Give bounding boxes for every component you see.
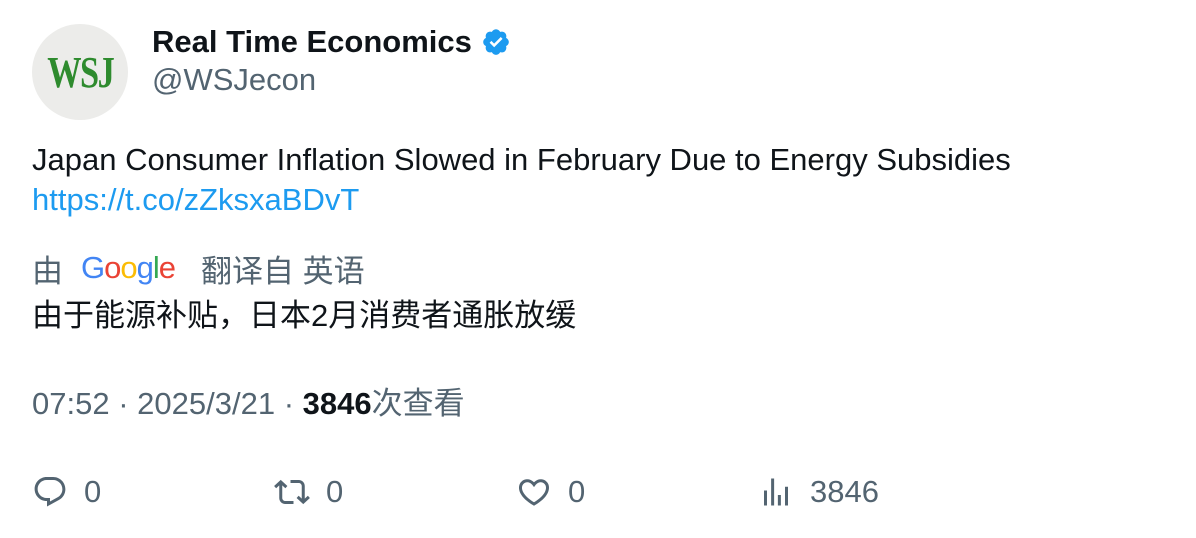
- heart-icon: [518, 479, 550, 506]
- handle[interactable]: @WSJecon: [152, 62, 316, 98]
- translation-prefix: 由: [32, 253, 63, 289]
- views-action-count: 3846: [810, 474, 879, 509]
- tweet-text: Japan Consumer Inflation Slowed in Febru…: [32, 142, 1011, 177]
- display-name[interactable]: Real Time Economics: [152, 24, 472, 60]
- verified-badge-icon: [483, 29, 509, 55]
- views-label: 次查看: [371, 386, 465, 421]
- tweet-meta: 07:52 · 2025/3/21 · 3846次查看: [32, 382, 465, 426]
- views-count: 3846: [302, 386, 372, 421]
- meta-separator: ·: [283, 386, 295, 421]
- meta-separator: ·: [118, 386, 129, 421]
- tweet-time[interactable]: 07:52: [32, 386, 110, 421]
- views-button[interactable]: 3846: [758, 470, 879, 514]
- retweet-icon: [274, 479, 310, 505]
- analytics-icon: [764, 478, 788, 506]
- reply-count: 0: [84, 474, 102, 509]
- svg-text:Google: Google: [81, 250, 175, 285]
- tweet-link[interactable]: https://t.co/zZksxaBDvT: [32, 180, 1162, 220]
- reply-icon: [34, 477, 66, 507]
- display-name-row: Real Time Economics: [152, 22, 511, 62]
- tweet-date[interactable]: 2025/3/21: [137, 386, 275, 421]
- tweet-body: Japan Consumer Inflation Slowed in Febru…: [32, 140, 1162, 220]
- translated-text: 由于能源补贴，日本2月消费者通胀放缓: [32, 298, 577, 333]
- reply-button[interactable]: 0: [32, 470, 101, 514]
- avatar-logo-text: WSJ: [47, 47, 114, 97]
- like-button[interactable]: 0: [516, 470, 585, 514]
- translation-attribution: 由 Google 翻译自 英语: [32, 246, 365, 290]
- avatar[interactable]: WSJ: [32, 24, 128, 120]
- translation-suffix: 翻译自 英语: [201, 253, 365, 289]
- retweet-button[interactable]: 0: [274, 470, 343, 514]
- like-count: 0: [568, 474, 586, 509]
- google-logo-icon[interactable]: Google: [81, 248, 181, 288]
- retweet-count: 0: [326, 474, 344, 509]
